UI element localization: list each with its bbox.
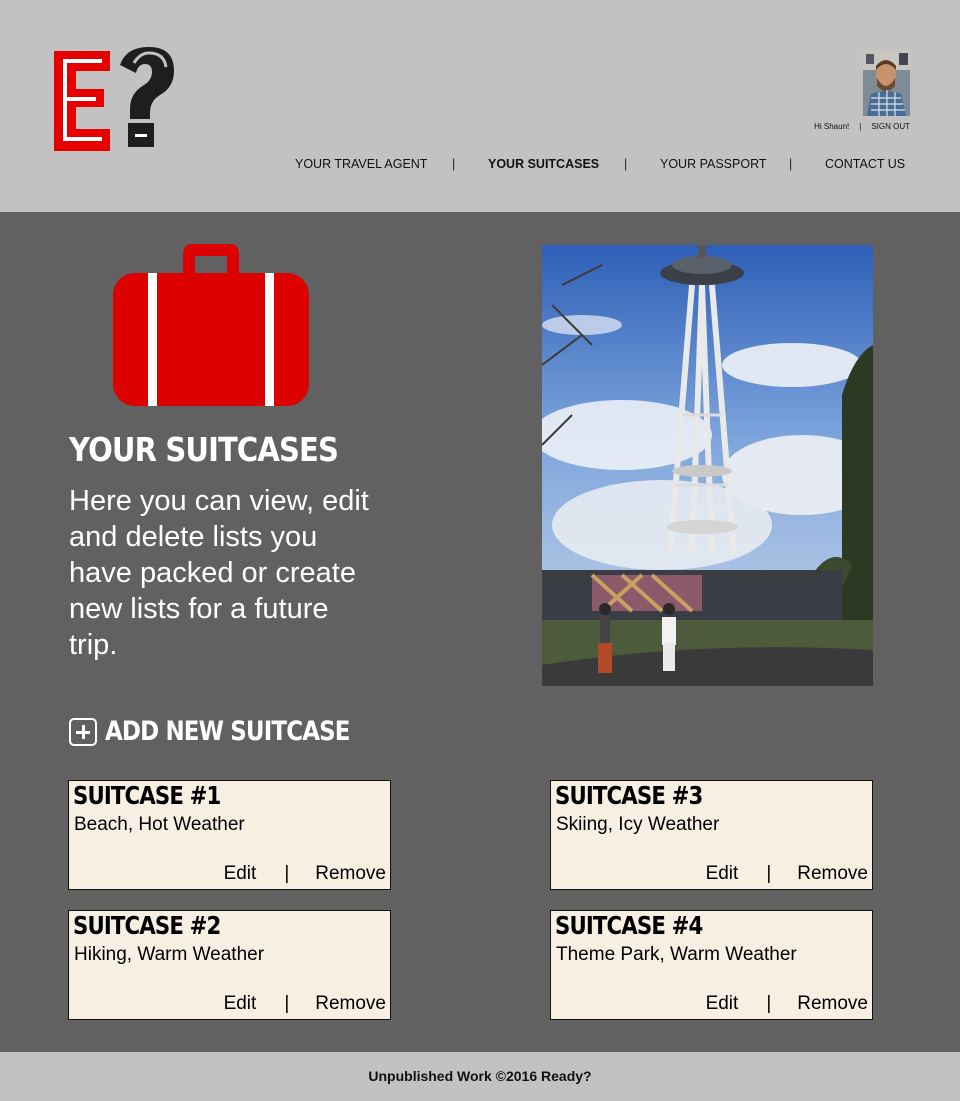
edit-button[interactable]: Edit xyxy=(224,993,257,1015)
remove-button[interactable]: Remove xyxy=(797,993,868,1015)
plus-icon xyxy=(69,717,97,746)
suitcase-card-3: SUITCASE #3 Skiing, Icy Weather Edit | R… xyxy=(550,780,873,890)
nav-separator: | xyxy=(789,157,793,171)
page-description: Here you can view, edit and delete lists… xyxy=(69,485,369,661)
remove-button[interactable]: Remove xyxy=(315,863,386,885)
nav-item-passport[interactable]: YOUR PASSPORT xyxy=(660,157,767,171)
suitcase-description: Theme Park, Warm Weather xyxy=(556,944,797,965)
action-separator: | xyxy=(284,863,290,884)
user-greeting: Hi Shaun! xyxy=(814,122,850,131)
suitcase-card-1: SUITCASE #1 Beach, Hot Weather Edit | Re… xyxy=(68,780,391,890)
suitcase-description: Beach, Hot Weather xyxy=(74,814,245,835)
suitcase-icon xyxy=(113,244,309,406)
edit-button[interactable]: Edit xyxy=(706,863,739,885)
suitcase-card-2: SUITCASE #2 Hiking, Warm Weather Edit | … xyxy=(68,910,391,1020)
suitcase-title: SUITCASE #2 xyxy=(73,911,221,940)
avatar[interactable] xyxy=(863,50,910,116)
add-new-suitcase-button[interactable]: ADD NEW SUITCASE xyxy=(69,716,393,747)
action-separator: | xyxy=(766,863,772,884)
nav-item-travel-agent[interactable]: YOUR TRAVEL AGENT xyxy=(295,157,427,171)
suitcase-description: Skiing, Icy Weather xyxy=(556,814,720,835)
suitcase-description: Hiking, Warm Weather xyxy=(74,944,265,965)
user-separator: | xyxy=(859,122,862,131)
footer: Unpublished Work ©2016 Ready? xyxy=(0,1052,960,1101)
suitcase-card-4: SUITCASE #4 Theme Park, Warm Weather Edi… xyxy=(550,910,873,1020)
space-needle-photo xyxy=(542,245,873,686)
remove-button[interactable]: Remove xyxy=(797,863,868,885)
suitcase-title: SUITCASE #1 xyxy=(73,781,221,810)
nav-item-suitcases[interactable]: YOUR SUITCASES xyxy=(488,157,599,171)
action-separator: | xyxy=(766,993,772,1014)
nav-separator: | xyxy=(452,157,456,171)
action-separator: | xyxy=(284,993,290,1014)
sign-out-link[interactable]: SIGN OUT xyxy=(871,122,910,131)
remove-button[interactable]: Remove xyxy=(315,993,386,1015)
add-new-suitcase-label: ADD NEW SUITCASE xyxy=(105,716,350,747)
logo-icon[interactable] xyxy=(54,47,176,151)
page-title: YOUR SUITCASES xyxy=(69,430,339,469)
edit-button[interactable]: Edit xyxy=(706,993,739,1015)
footer-text: Unpublished Work ©2016 Ready? xyxy=(368,1068,592,1084)
nav-separator: | xyxy=(624,157,628,171)
header: Hi Shaun! | SIGN OUT YOUR TRAVEL AGENT |… xyxy=(0,0,960,212)
edit-button[interactable]: Edit xyxy=(224,863,257,885)
suitcase-title: SUITCASE #4 xyxy=(555,911,703,940)
user-bar: Hi Shaun! | SIGN OUT xyxy=(814,122,910,131)
suitcase-title: SUITCASE #3 xyxy=(555,781,703,810)
nav-item-contact[interactable]: CONTACT US xyxy=(825,157,905,171)
